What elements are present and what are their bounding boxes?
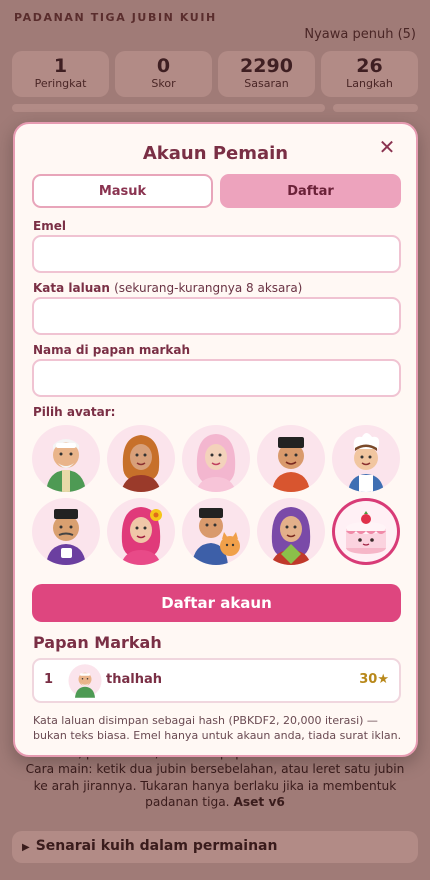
password-label: Kata laluan (sekurang-kurangnya 8 aksara… [33,281,302,295]
avatar-man-coffee-icon[interactable] [32,498,100,565]
stat-level-value: 1 [53,55,68,77]
kuih-list-label: Senarai kuih dalam permainan [35,838,278,854]
progress-bar-left [12,104,325,112]
game-title: PADANAN TIGA JUBIN KUIH [14,11,217,24]
email-label: Emel [33,219,66,233]
close-icon[interactable]: ✕ [376,136,398,158]
avatar-label: Pilih avatar: [33,405,116,419]
avatar-girl-flower-icon[interactable] [107,498,175,565]
avatar-boy-songkok-icon[interactable] [257,425,325,492]
display-name-label: Nama di papan markah [33,343,191,357]
stat-score-value: 0 [156,55,171,77]
avatar-picker [32,425,401,565]
avatar-grandfather-icon[interactable] [32,425,100,492]
password-label-text: Kata laluan [33,281,110,295]
stat-target-label: Sasaran [244,77,289,90]
avatar-woman-hijab-icon[interactable] [107,425,175,492]
stat-score-label: Skor [151,77,176,90]
stats-bar: 1 Peringkat 0 Skor 2290 Sasaran 26 Langk… [12,51,418,97]
email-field[interactable] [32,235,401,273]
leaderboard-name: thalhah [106,672,162,687]
lives-status: Nyawa penuh (5) [304,27,416,42]
tab-login[interactable]: Masuk [32,174,213,208]
stat-target-value: 2290 [240,55,293,77]
stat-target: 2290 Sasaran [218,51,315,97]
auth-tabs: Masuk Daftar [32,174,401,208]
avatar-chef-boy-icon[interactable] [332,425,400,492]
leaderboard-row: 1 thalhah 30★ [32,658,401,703]
modal-title: Akaun Pemain [142,143,289,164]
display-name-field[interactable] [32,359,401,397]
stat-level-label: Peringkat [34,77,87,90]
leaderboard-score: 30★ [359,672,389,687]
privacy-note: Kata laluan disimpan sebagai hash (PBKDF… [33,714,402,742]
stat-score: 0 Skor [115,51,212,97]
account-modal: Akaun Pemain ✕ Masuk Daftar Emel Kata la… [13,122,418,757]
password-hint: (sekurang-kurangnya 8 aksara) [114,281,303,295]
how-to-play: masuk, pilih avatar, dan lihat papan mar… [24,746,406,811]
leaderboard-title: Papan Markah [33,633,162,652]
password-field[interactable] [32,297,401,335]
avatar-boy-cat-icon[interactable] [182,498,250,565]
disclosure-triangle-icon: ▶ [22,842,30,853]
avatar-cake-icon[interactable] [332,498,400,565]
how-to-play-text: Cara main: ketik dua jubin bersebelahan,… [25,762,405,809]
avatar-grandfather-icon [68,664,102,698]
avatar-grandmother-ketupat-icon[interactable] [257,498,325,565]
avatar-girl-hijab-icon[interactable] [182,425,250,492]
stat-moves: 26 Langkah [321,51,418,97]
tab-register[interactable]: Daftar [220,174,401,208]
register-account-button[interactable]: Daftar akaun [32,584,401,622]
progress-bar-right [333,104,418,112]
kuih-list-toggle[interactable]: ▶ Senarai kuih dalam permainan [12,831,418,863]
stat-level: 1 Peringkat [12,51,109,97]
stat-moves-label: Langkah [346,77,393,90]
leaderboard-rank: 1 [44,672,54,687]
asset-version: Aset v6 [233,795,285,809]
stat-moves-value: 26 [356,55,383,77]
